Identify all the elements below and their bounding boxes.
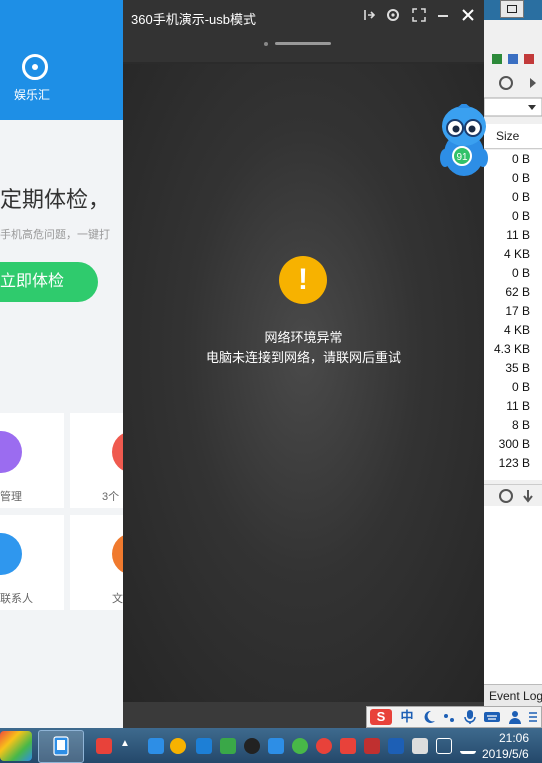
bluetooth-icon[interactable] — [388, 738, 404, 754]
film-reel-icon[interactable] — [22, 54, 48, 80]
refresh-icon[interactable] — [492, 54, 502, 64]
tile-apps[interactable]: 3个 — [70, 413, 124, 508]
checkup-subtitle: 手机高危问题，一键打 — [0, 229, 110, 241]
qq-tray-icon[interactable] — [244, 738, 260, 754]
shield-icon[interactable] — [268, 738, 284, 754]
size-cell: 11 B — [506, 399, 530, 413]
phone-assistant-tray-icon[interactable] — [196, 738, 212, 754]
error-message: 电脑未连接到网络，请联网后重试 — [205, 350, 401, 365]
expand-icon[interactable] — [411, 7, 427, 23]
pin-icon[interactable] — [361, 7, 377, 23]
size-cell: 4 KB — [503, 323, 530, 337]
minimize-icon[interactable] — [435, 7, 451, 23]
clock-date[interactable]: 2019/5/6 — [482, 747, 542, 761]
error-title: 网络环境异常 — [264, 330, 343, 345]
app-tray-icon[interactable] — [364, 738, 380, 754]
size-cell: 0 B — [511, 380, 530, 394]
warning-icon: ! — [279, 256, 327, 304]
tile-manage[interactable]: 管理 — [0, 413, 64, 508]
chevron-up-icon[interactable]: ▲ — [120, 738, 130, 754]
video-tray-icon[interactable] — [340, 738, 356, 754]
punctuation-icon[interactable] — [441, 709, 457, 725]
network-icon[interactable] — [460, 738, 476, 754]
toolbar-row — [492, 54, 534, 64]
volume-icon[interactable] — [436, 738, 452, 754]
arrow-right-icon[interactable] — [530, 78, 536, 88]
page-indicator-dot — [264, 42, 268, 46]
size-cell: 35 B — [505, 361, 530, 375]
browser-tray-icon[interactable] — [170, 738, 186, 754]
event-log-label: Event Log — [489, 689, 542, 703]
gear-icon[interactable] — [499, 76, 513, 90]
file-explorer-app: Size 0 B 0 B 0 B 0 B 11 B 4 KB 0 B 62 B … — [484, 0, 542, 728]
page-indicator-bar[interactable] — [275, 42, 331, 45]
mascot-icon[interactable]: 91 — [437, 104, 491, 180]
size-cell: 4.3 KB — [493, 342, 530, 356]
mirror-content-area — [123, 64, 484, 702]
ime-toolbar: S 中 — [366, 706, 542, 728]
size-cell: 11 B — [506, 228, 530, 242]
tile-contacts[interactable]: 联系人 — [0, 515, 64, 610]
security-tray-icon[interactable] — [220, 738, 236, 754]
mascot-badge: 91 — [456, 152, 468, 163]
gear-icon[interactable] — [385, 7, 401, 23]
gear-icon[interactable] — [499, 489, 513, 503]
size-list: 0 B 0 B 0 B 0 B 11 B 4 KB 0 B 62 B 17 B … — [484, 150, 542, 480]
tile-label: 管理 — [0, 491, 22, 503]
size-cell: 17 B — [505, 304, 530, 318]
restore-window-icon[interactable] — [500, 0, 524, 18]
nav-entertainment-label[interactable]: 娱乐汇 — [14, 86, 50, 103]
toolbar-strip — [123, 32, 484, 62]
music-tray-icon[interactable] — [316, 738, 332, 754]
microphone-icon[interactable] — [463, 709, 477, 725]
keyboard-icon[interactable] — [483, 709, 501, 725]
phone-icon — [53, 736, 69, 756]
delete-icon[interactable] — [524, 54, 534, 64]
tile-label: 联系人 — [0, 593, 33, 605]
size-cell: 4 KB — [503, 247, 530, 261]
contacts-icon — [0, 533, 22, 575]
toolbar-row — [484, 484, 542, 507]
tile-files[interactable]: 文 — [70, 515, 124, 610]
wechat-tray-icon[interactable] — [292, 738, 308, 754]
clock-time[interactable]: 21:06 — [486, 731, 542, 745]
sogou-tray-icon[interactable] — [96, 738, 112, 754]
size-column-header[interactable]: Size — [484, 124, 542, 149]
taskbar-app-phone-button[interactable] — [38, 730, 84, 763]
start-app-icon[interactable] — [0, 731, 32, 761]
size-cell: 123 B — [498, 456, 530, 470]
size-cell: 0 B — [511, 209, 530, 223]
size-cell: 300 B — [498, 437, 530, 451]
user-icon[interactable] — [507, 709, 523, 725]
size-header-label: Size — [496, 129, 520, 143]
checkup-button[interactable]: 立即体检 — [0, 262, 98, 302]
checkup-title: 定期体检， — [0, 187, 111, 212]
download-icon[interactable] — [523, 490, 533, 503]
log-area — [484, 506, 542, 684]
view-icon[interactable] — [508, 54, 518, 64]
toolbar-row — [499, 76, 536, 90]
tray-app-icon[interactable] — [148, 738, 164, 754]
moon-icon[interactable] — [421, 709, 437, 725]
tray-device-icon[interactable] — [412, 738, 428, 754]
tile-label: 3个 — [102, 491, 120, 503]
window-title: 360手机演示-usb模式 — [131, 12, 256, 27]
tile-label: 文 — [112, 593, 123, 605]
menu-icon[interactable] — [527, 709, 539, 725]
close-icon[interactable] — [460, 7, 476, 23]
dropdown-row — [484, 97, 542, 117]
size-cell: 0 B — [511, 266, 530, 280]
size-cell: 8 B — [511, 418, 530, 432]
manage-icon — [0, 431, 22, 473]
sogou-logo-icon[interactable]: S — [370, 709, 392, 725]
size-cell: 62 B — [505, 285, 530, 299]
title-bar[interactable]: 360手机演示-usb模式 — [123, 0, 484, 32]
screen-mirror-window: 360手机演示-usb模式 ! 网络环境异常 电脑未连接到网络，请联网后重试 — [123, 0, 484, 728]
phone-assistant-app: 娱乐汇 定期体检， 手机高危问题，一键打 立即体检 管理 3个 联系人 文 — [0, 0, 124, 728]
event-log-tab[interactable]: Event Log — [484, 684, 542, 707]
ime-mode[interactable]: 中 — [399, 709, 415, 725]
size-cell: 0 B — [511, 190, 530, 204]
